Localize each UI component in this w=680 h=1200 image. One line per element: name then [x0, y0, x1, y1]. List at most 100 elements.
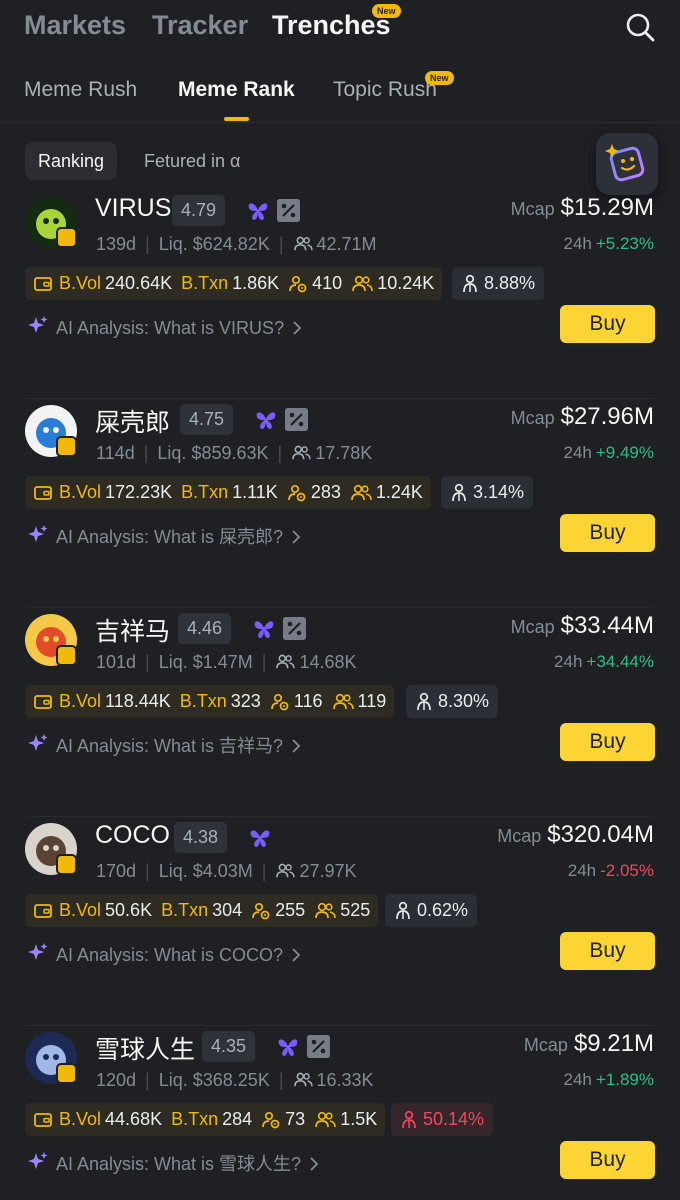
ai-analysis-link[interactable]: AI Analysis: What is COCO?: [26, 941, 309, 966]
trader-count: 525: [340, 900, 371, 920]
trader-count: 1.24K: [375, 482, 423, 502]
mcap-value: $9.21M: [573, 1030, 654, 1057]
top-holder-icon: [463, 274, 477, 292]
sniper-count: 116: [293, 691, 323, 711]
token-age: 114d: [96, 443, 135, 463]
ai-analysis-link[interactable]: AI Analysis: What is 雪球人生?: [26, 1150, 327, 1176]
subtab-meme-rank[interactable]: Meme Rank: [178, 78, 295, 102]
ai-analysis-text: AI Analysis: What is 吉祥马?: [56, 736, 284, 756]
butterfly-icon: [254, 408, 278, 432]
separator: |: [145, 234, 150, 254]
holders-icon: [276, 654, 296, 669]
mcap-value: $33.44M: [560, 612, 654, 639]
top-holders-value: 50.14%: [423, 1109, 485, 1129]
separator: |: [278, 234, 284, 254]
sniper-count: 283: [310, 482, 341, 502]
market-cap: Mcap $27.96M: [511, 403, 654, 431]
buy-button[interactable]: Buy: [560, 932, 655, 970]
ai-analysis-link[interactable]: AI Analysis: What is VIRUS?: [26, 314, 310, 339]
buy-button[interactable]: Buy: [560, 305, 655, 343]
sniper-icon: [289, 275, 307, 292]
btxn-label: B.Txn: [181, 273, 229, 293]
mcap-value: $27.96M: [560, 403, 654, 430]
filter-ranking[interactable]: Ranking: [25, 142, 118, 180]
sniper-count: 73: [285, 1109, 306, 1129]
top-holder-icon: [396, 901, 410, 919]
ai-analysis-text: AI Analysis: What is COCO?: [56, 945, 284, 965]
change-period: 24h: [563, 234, 592, 253]
holder-count: 14.68K: [299, 652, 357, 672]
ai-assistant-button[interactable]: [596, 133, 658, 195]
holder-count: 16.33K: [316, 1070, 374, 1090]
token-score: 4.75: [180, 404, 234, 435]
token-card[interactable]: 吉祥马 4.46 Mcap $33.44M 101d | Liq. $1.47M | 14.68…: [0, 608, 680, 817]
tab-tracker[interactable]: Tracker: [152, 10, 248, 41]
token-card[interactable]: COCO 4.38 Mcap $320.04M 170d | Liq. $4.03M | 27.…: [0, 817, 680, 1026]
chevron-right-icon: [293, 321, 302, 335]
mcap-label: Mcap: [523, 1035, 568, 1055]
sniper-count: 255: [275, 900, 306, 920]
chain-badge-icon: [56, 854, 77, 875]
ai-sparkle-icon: [28, 316, 48, 333]
token-card[interactable]: 雪球人生 4.35 Mcap $9.21M 120d | Liq. $368.25K | 16.…: [0, 1026, 680, 1200]
change-value: +9.49%: [595, 443, 654, 462]
token-age: 101d: [96, 652, 137, 672]
buy-button[interactable]: Buy: [560, 1141, 655, 1179]
top-holders-share: 50.14%: [391, 1103, 494, 1136]
traders-icon: [315, 1111, 336, 1127]
search-icon[interactable]: [622, 10, 658, 46]
change-value: +34.44%: [586, 652, 654, 671]
mcap-value: $15.29M: [560, 194, 654, 221]
tab-markets[interactable]: Markets: [24, 10, 126, 41]
bvol-label: B.Vol: [59, 1109, 102, 1129]
chevron-right-icon: [292, 739, 301, 753]
price-change: 24h +9.49%: [563, 443, 654, 463]
token-name[interactable]: 吉祥马: [95, 612, 170, 648]
buy-button[interactable]: Buy: [560, 723, 655, 761]
token-name[interactable]: 雪球人生: [95, 1030, 195, 1066]
separator: |: [277, 443, 283, 463]
butterfly-icon: [252, 617, 276, 641]
price-change: 24h +34.44%: [554, 652, 654, 672]
sniper-icon: [287, 484, 306, 501]
btxn-label: B.Txn: [181, 482, 229, 502]
holders-icon: [276, 863, 296, 878]
separator: |: [145, 861, 150, 881]
token-score: 4.38: [174, 822, 228, 853]
price-change: 24h +1.89%: [563, 1070, 654, 1090]
buy-button[interactable]: Buy: [560, 514, 655, 552]
ai-analysis-link[interactable]: AI Analysis: What is 屎壳郎?: [26, 523, 309, 549]
token-card[interactable]: VIRUS 4.79 Mcap $15.29M 139d | Liq. $624.82K | 4…: [0, 190, 680, 399]
holders-icon: [293, 236, 313, 251]
subtab-topic-rush[interactable]: Topic Rush: [333, 78, 437, 102]
butterfly-icon: [246, 199, 270, 223]
ai-analysis-link[interactable]: AI Analysis: What is 吉祥马?: [26, 732, 309, 758]
filter-featured-alpha[interactable]: Fetured in α: [131, 142, 253, 180]
token-card[interactable]: 屎壳郎 4.75 Mcap $27.96M 114d | Liq. $859.63K | 17.…: [0, 399, 680, 608]
liquidity: Liq. $624.82K: [158, 234, 270, 254]
butterfly-icon: [248, 826, 272, 850]
top-holder-icon: [402, 1110, 416, 1128]
mcap-label: Mcap: [497, 826, 542, 846]
top-holders-share: 3.14%: [441, 476, 534, 509]
btxn-label: B.Txn: [171, 1109, 219, 1129]
holders-icon: [293, 1072, 313, 1087]
btxn-value: 1.11K: [232, 482, 278, 502]
sniper-icon: [252, 902, 270, 919]
liquidity: Liq. $368.25K: [158, 1070, 270, 1090]
new-badge: New: [425, 71, 454, 85]
change-value: -2.05%: [600, 861, 654, 880]
subtab-meme-rush[interactable]: Meme Rush: [24, 78, 137, 102]
ai-analysis-text: AI Analysis: What is 雪球人生?: [56, 1154, 302, 1174]
bvol-label: B.Vol: [59, 691, 102, 711]
bvol-value: 240.64K: [105, 273, 173, 293]
percent-tag-icon: [277, 199, 300, 222]
token-name[interactable]: COCO: [95, 821, 170, 850]
token-name[interactable]: 屎壳郎: [95, 403, 170, 439]
bvol-value: 44.68K: [105, 1109, 163, 1129]
change-value: +5.23%: [595, 234, 654, 253]
token-name[interactable]: VIRUS: [95, 194, 171, 223]
chevron-right-icon: [292, 948, 301, 962]
price-change: 24h -2.05%: [568, 861, 654, 881]
ai-analysis-text: AI Analysis: What is VIRUS?: [56, 318, 285, 338]
